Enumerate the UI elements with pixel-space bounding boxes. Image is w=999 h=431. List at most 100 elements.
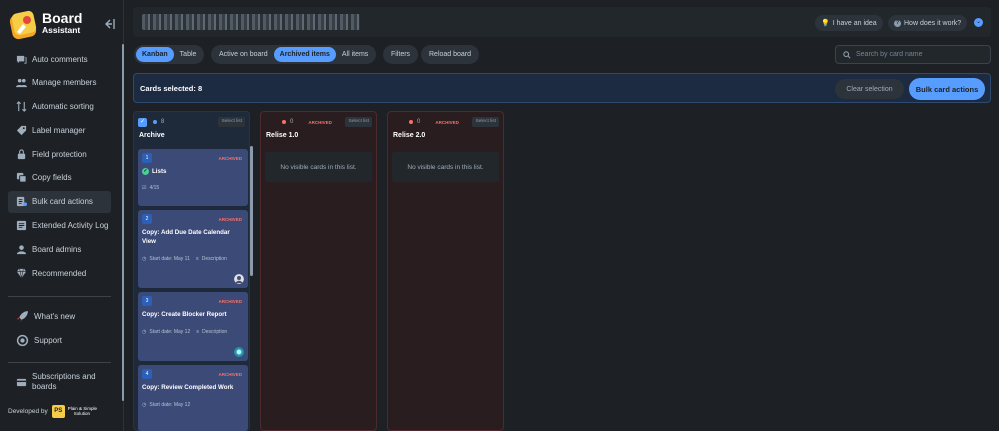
select-list-button[interactable]: Select list (218, 117, 245, 127)
tab-archived-items[interactable]: Archived items (273, 47, 336, 62)
search-box (835, 45, 991, 64)
sidebar-item-label: Manage members (32, 78, 97, 88)
check-circle-icon: ✓ (142, 168, 149, 175)
filters-label: Filters (391, 51, 411, 58)
bulk-icon (16, 197, 27, 207)
clock-icon: ◷ (142, 256, 147, 262)
developed-by-text: Developed by (8, 408, 48, 415)
sidebar-nav: Auto comments Manage members Automatic s… (8, 48, 111, 286)
cards-selected-count: Cards selected: 8 (140, 84, 203, 93)
reload-board-button[interactable]: Reload board (421, 45, 480, 64)
checklist-icon: ☑ (142, 185, 147, 191)
sidebar-item-auto-comments[interactable]: Auto comments (8, 48, 111, 70)
clock-icon: ◷ (142, 329, 147, 335)
list-header: 0 ARCHIVED Select list (392, 117, 499, 127)
idea-button[interactable]: 💡 I have an idea (815, 15, 883, 31)
card[interactable]: 2 ARCHIVED Copy: Add Due Date Calendar V… (138, 210, 248, 288)
activity-log-icon (16, 220, 27, 231)
description-label: Description (202, 329, 228, 335)
list-card-count: 0 (417, 119, 421, 125)
sidebar-item-recommended[interactable]: Recommended (8, 262, 111, 284)
card-title: Copy: Add Due Date Calendar View (142, 229, 230, 245)
card[interactable]: 3 ARCHIVED Copy: Create Blocker Report ◷… (138, 292, 248, 361)
collapse-sidebar-icon[interactable] (102, 17, 116, 31)
list-archive: ✓ 8 Select list Archive 1 ARCHIVED ✓ List… (133, 111, 250, 431)
sidebar-item-extended-activity-log[interactable]: Extended Activity Log (8, 215, 111, 237)
developer-logo[interactable]: PS Plain & Simple Solution (51, 405, 98, 418)
developer-logo-text: Plain & Simple Solution (67, 405, 98, 416)
card-meta: ◷ Start date: May 12 ≡ Description (142, 329, 227, 335)
sidebar-item-copy-fields[interactable]: Copy fields (8, 167, 111, 189)
archived-tag: ARCHIVED (308, 119, 332, 125)
clear-selection-button[interactable]: Clear selection (835, 79, 904, 99)
sidebar-item-board-admins[interactable]: Board admins (8, 238, 111, 260)
checklist-progress: 4/15 (149, 185, 160, 191)
sidebar-item-bulk-card-actions[interactable]: Bulk card actions (8, 190, 111, 213)
filter-tabs: Active on board Archived items All items (211, 45, 377, 64)
developer-credit: Developed by PS Plain & Simple Solution (8, 405, 97, 418)
reload-label: Reload board (429, 51, 472, 58)
board-assistant-logo-icon[interactable] (9, 10, 39, 40)
list-relise-1-0: 0 ARCHIVED Select list Relise 1.0 No vis… (260, 111, 377, 431)
filters-button[interactable]: Filters (383, 45, 419, 64)
sidebar-item-whats-new[interactable]: What's new (8, 305, 111, 327)
tab-all-items[interactable]: All items (336, 47, 374, 62)
list-card-count: 0 (290, 119, 294, 125)
list-status-dot (409, 120, 413, 124)
sidebar-item-manage-members[interactable]: Manage members (8, 72, 111, 94)
sidebar-item-automatic-sorting[interactable]: Automatic sorting (8, 96, 111, 118)
search-input[interactable] (856, 51, 986, 58)
sidebar-item-field-protection[interactable]: Field protection (8, 143, 111, 165)
how-does-it-work-button[interactable]: ? How does it work? (888, 15, 968, 31)
board-title-redacted (142, 14, 360, 30)
developer-logo-mark: PS (51, 405, 65, 418)
sidebar-item-subscriptions[interactable]: Subscriptions and boards (8, 370, 111, 394)
list-card-count: 8 (161, 119, 165, 125)
sidebar-item-label: Field protection (32, 149, 87, 159)
description-label: Description (201, 256, 227, 262)
bulk-card-actions-button[interactable]: Bulk card actions (909, 78, 985, 100)
sidebar-item-label: Extended Activity Log (32, 221, 109, 231)
card-icon (16, 378, 27, 386)
tab-table[interactable]: Table (174, 47, 203, 62)
brand-line-2: Assistant (42, 25, 81, 35)
brand-line-1: Board (42, 10, 83, 26)
idea-label: I have an idea (832, 19, 877, 27)
archived-tag: ARCHIVED (218, 372, 242, 377)
sidebar-item-label: Auto comments (32, 54, 88, 64)
question-icon: ? (894, 19, 901, 27)
list-header: ✓ 8 Select list (138, 117, 245, 127)
sidebar-item-label: Recommended (32, 268, 87, 278)
tab-kanban[interactable]: Kanban (136, 47, 174, 62)
description-icon: ≡ (195, 256, 199, 262)
sidebar-item-label-manager[interactable]: Label manager (8, 119, 111, 141)
checklist-meta: ☑ 4/15 (142, 185, 159, 191)
list-status-dot (153, 120, 157, 124)
view-tabs: Kanban Table (134, 45, 205, 64)
list-scrollbar[interactable] (250, 146, 253, 276)
card-title: Copy: Create Blocker Report (142, 311, 227, 318)
tab-active-on-board[interactable]: Active on board (213, 47, 274, 62)
select-list-button[interactable]: Select list (472, 117, 499, 127)
card[interactable]: 1 ARCHIVED ✓ Lists ☑ 4/15 (138, 149, 248, 206)
list-title: Relise 2.0 (393, 132, 426, 139)
sidebar-item-label: What's new (34, 311, 76, 321)
sidebar-scrollbar[interactable] (122, 44, 124, 401)
chevron-down-icon[interactable]: ⌄ (974, 18, 983, 27)
select-list-button[interactable]: Select list (345, 117, 372, 127)
diamond-icon (16, 268, 27, 278)
list-title: Archive (139, 132, 165, 139)
card[interactable]: 4 ARCHIVED Copy: Review Completed Work ◷… (138, 365, 248, 431)
sidebar-item-support[interactable]: Support (8, 329, 111, 351)
archived-tag: ARCHIVED (218, 299, 242, 304)
label-icon (16, 125, 27, 135)
sidebar-divider (8, 362, 111, 363)
list-checkbox[interactable]: ✓ (138, 117, 147, 127)
card-number: 1 (142, 153, 152, 163)
list-status-dot (282, 120, 286, 124)
card-number: 2 (142, 214, 152, 224)
card-title: Copy: Review Completed Work (142, 384, 234, 391)
archived-tag: ARCHIVED (435, 119, 459, 125)
start-date: Start date: May 12 (149, 329, 191, 335)
description-icon: ≡ (196, 329, 200, 335)
